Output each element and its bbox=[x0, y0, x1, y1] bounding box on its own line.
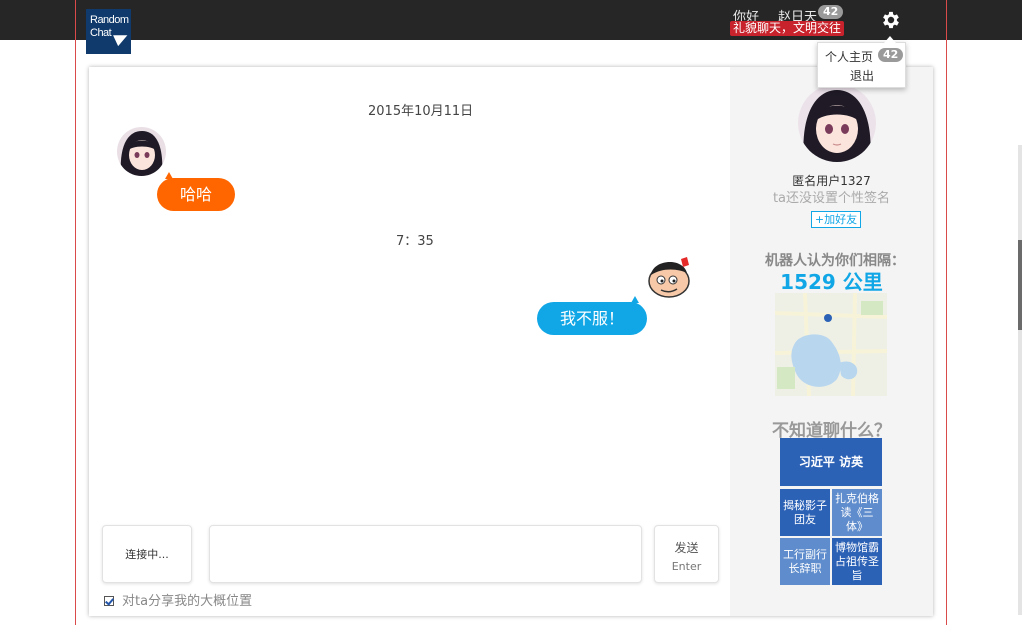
send-label: 发送 bbox=[674, 541, 699, 555]
stranger-avatar bbox=[117, 127, 166, 176]
send-button[interactable]: 发送 Enter bbox=[654, 525, 719, 583]
connection-status-button[interactable]: 连接中... bbox=[102, 525, 192, 583]
menu-item-home[interactable]: 个人主页 bbox=[825, 48, 873, 65]
bubble-tail bbox=[165, 172, 173, 179]
logo[interactable]: Random Chat bbox=[86, 9, 131, 54]
my-avatar bbox=[643, 253, 693, 303]
share-location-checkbox[interactable] bbox=[104, 596, 114, 606]
connection-status-label: 连接中... bbox=[125, 548, 169, 561]
page-frame-left bbox=[75, 0, 76, 625]
scrollbar-thumb[interactable] bbox=[1018, 240, 1022, 330]
share-location-label: 对ta分享我的大概位置 bbox=[122, 594, 253, 609]
share-location-option[interactable]: 对ta分享我的大概位置 bbox=[104, 590, 252, 609]
chat-date: 2015年10月11日 bbox=[368, 104, 474, 119]
message-bubble-stranger: 哈哈 bbox=[157, 172, 235, 211]
topic-tile[interactable]: 博物馆霸占祖传圣旨 bbox=[832, 538, 882, 585]
topic-tile-featured[interactable]: 习近平 访英 bbox=[780, 438, 882, 486]
top-bar bbox=[0, 0, 1022, 40]
user-menu-dropdown: 个人主页 42 退出 bbox=[817, 36, 906, 88]
send-hint: Enter bbox=[671, 560, 702, 573]
notification-badge[interactable]: 42 bbox=[818, 5, 844, 19]
topic-tile[interactable]: 工行副行长辞职 bbox=[780, 538, 830, 585]
distance-value: 1529 公里 bbox=[780, 270, 883, 294]
message-input[interactable] bbox=[209, 525, 642, 583]
scrollbar-track[interactable] bbox=[1018, 145, 1022, 615]
add-friend-button[interactable]: +加好友 bbox=[811, 211, 861, 228]
message-text: 我不服！ bbox=[559, 309, 624, 328]
time-separator: 7：35 bbox=[396, 234, 434, 249]
message-bubble-me: 我不服！ bbox=[537, 296, 647, 335]
logo-line1: Random bbox=[90, 14, 129, 26]
gear-icon[interactable] bbox=[880, 9, 902, 31]
menu-item-logout[interactable]: 退出 bbox=[850, 67, 874, 84]
bubble-tail bbox=[631, 296, 639, 303]
topic-tile[interactable]: 揭秘影子团友 bbox=[780, 489, 830, 536]
profile-signature: ta还没设置个性签名 bbox=[772, 191, 891, 206]
etiquette-notice: 礼貌聊天，文明交往 bbox=[730, 21, 845, 36]
message-text: 哈哈 bbox=[179, 185, 212, 204]
profile-avatar[interactable] bbox=[798, 84, 876, 162]
topic-tile[interactable]: 扎克伯格读《三体》 bbox=[832, 489, 882, 536]
menu-home-badge: 42 bbox=[878, 48, 904, 62]
page-frame-right bbox=[946, 0, 947, 625]
location-map bbox=[775, 293, 887, 396]
dropdown-caret bbox=[884, 36, 896, 43]
